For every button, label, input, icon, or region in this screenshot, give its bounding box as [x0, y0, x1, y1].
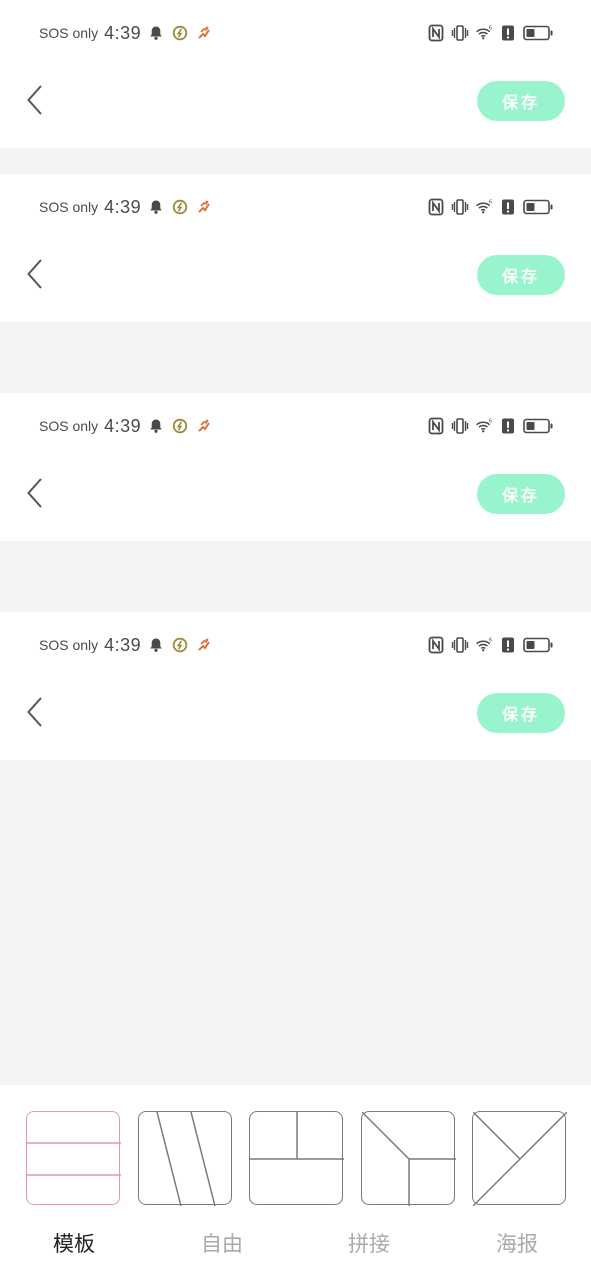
captured-frame-3: SOS only 4:39 6 保存 [0, 393, 591, 541]
vibrate-icon [451, 198, 469, 216]
layout-diagonal-strips-icon[interactable] [138, 1111, 232, 1206]
wifi-icon: 6 [475, 636, 493, 654]
wifi-icon: 6 [475, 198, 493, 216]
save-button[interactable]: 保存 [477, 474, 565, 514]
status-bar: SOS only 4:39 6 [0, 192, 591, 222]
clock: 4:39 [104, 634, 142, 655]
svg-text:6: 6 [489, 419, 492, 425]
back-button[interactable] [22, 475, 48, 511]
nav-bar: 保存 [0, 453, 591, 535]
carrier-text: SOS only [39, 25, 99, 41]
save-button[interactable]: 保存 [477, 81, 565, 121]
alert-icon [499, 417, 517, 435]
bell-icon [147, 24, 165, 42]
app-circle-icon [171, 636, 189, 654]
runner-icon [195, 24, 213, 42]
battery-icon [523, 417, 553, 435]
app-circle-icon [171, 24, 189, 42]
back-button[interactable] [22, 256, 48, 292]
chevron-left-icon [27, 85, 42, 115]
wifi-icon: 6 [475, 24, 493, 42]
battery-icon [523, 198, 553, 216]
carrier-text: SOS only [39, 637, 99, 653]
nav-bar: 保存 [0, 672, 591, 754]
clock: 4:39 [104, 22, 142, 43]
nav-bar: 保存 [0, 234, 591, 316]
svg-text:6: 6 [489, 638, 492, 644]
chevron-left-icon [27, 697, 42, 727]
runner-icon [195, 198, 213, 216]
nfc-icon [427, 198, 445, 216]
tab-free[interactable]: 自由 [172, 1228, 272, 1260]
battery-icon [523, 24, 553, 42]
app-circle-icon [171, 417, 189, 435]
runner-icon [195, 417, 213, 435]
chevron-left-icon [27, 259, 42, 289]
captured-frame-1: SOS only 4:39 6 保存 [0, 0, 591, 148]
nfc-icon [427, 417, 445, 435]
chevron-left-icon [27, 478, 42, 508]
carrier-text: SOS only [39, 199, 99, 215]
tab-poster[interactable]: 海报 [467, 1228, 567, 1260]
tab-stitch[interactable]: 拼接 [319, 1228, 419, 1260]
vibrate-icon [451, 636, 469, 654]
layout-three-rows-icon[interactable] [26, 1111, 121, 1205]
runner-icon [195, 636, 213, 654]
clock: 4:39 [104, 196, 142, 217]
bell-icon [147, 198, 165, 216]
nfc-icon [427, 24, 445, 42]
app-circle-icon [171, 198, 189, 216]
carrier-text: SOS only [39, 418, 99, 434]
alert-icon [499, 636, 517, 654]
captured-frame-2: SOS only 4:39 6 保存 [0, 174, 591, 322]
svg-text:6: 6 [489, 200, 492, 206]
back-button[interactable] [22, 82, 48, 118]
nfc-icon [427, 636, 445, 654]
tab-template[interactable]: 模板 [24, 1228, 124, 1260]
layout-y-split-icon[interactable] [361, 1111, 456, 1206]
back-button[interactable] [22, 694, 48, 730]
save-button[interactable]: 保存 [477, 255, 565, 295]
vibrate-icon [451, 417, 469, 435]
layout-x-split-icon[interactable] [472, 1111, 567, 1206]
status-bar: SOS only 4:39 6 [0, 411, 591, 441]
nav-bar: 保存 [0, 60, 591, 142]
alert-icon [499, 24, 517, 42]
bell-icon [147, 417, 165, 435]
status-bar: SOS only 4:39 6 [0, 18, 591, 48]
battery-icon [523, 636, 553, 654]
vibrate-icon [451, 24, 469, 42]
layout-grid-split-icon[interactable] [249, 1111, 344, 1205]
svg-text:6: 6 [489, 26, 492, 32]
alert-icon [499, 198, 517, 216]
wifi-icon: 6 [475, 417, 493, 435]
bell-icon [147, 636, 165, 654]
clock: 4:39 [104, 415, 142, 436]
status-bar: SOS only 4:39 6 [0, 630, 591, 660]
save-button[interactable]: 保存 [477, 693, 565, 733]
captured-frame-4: SOS only 4:39 6 保存 [0, 612, 591, 760]
